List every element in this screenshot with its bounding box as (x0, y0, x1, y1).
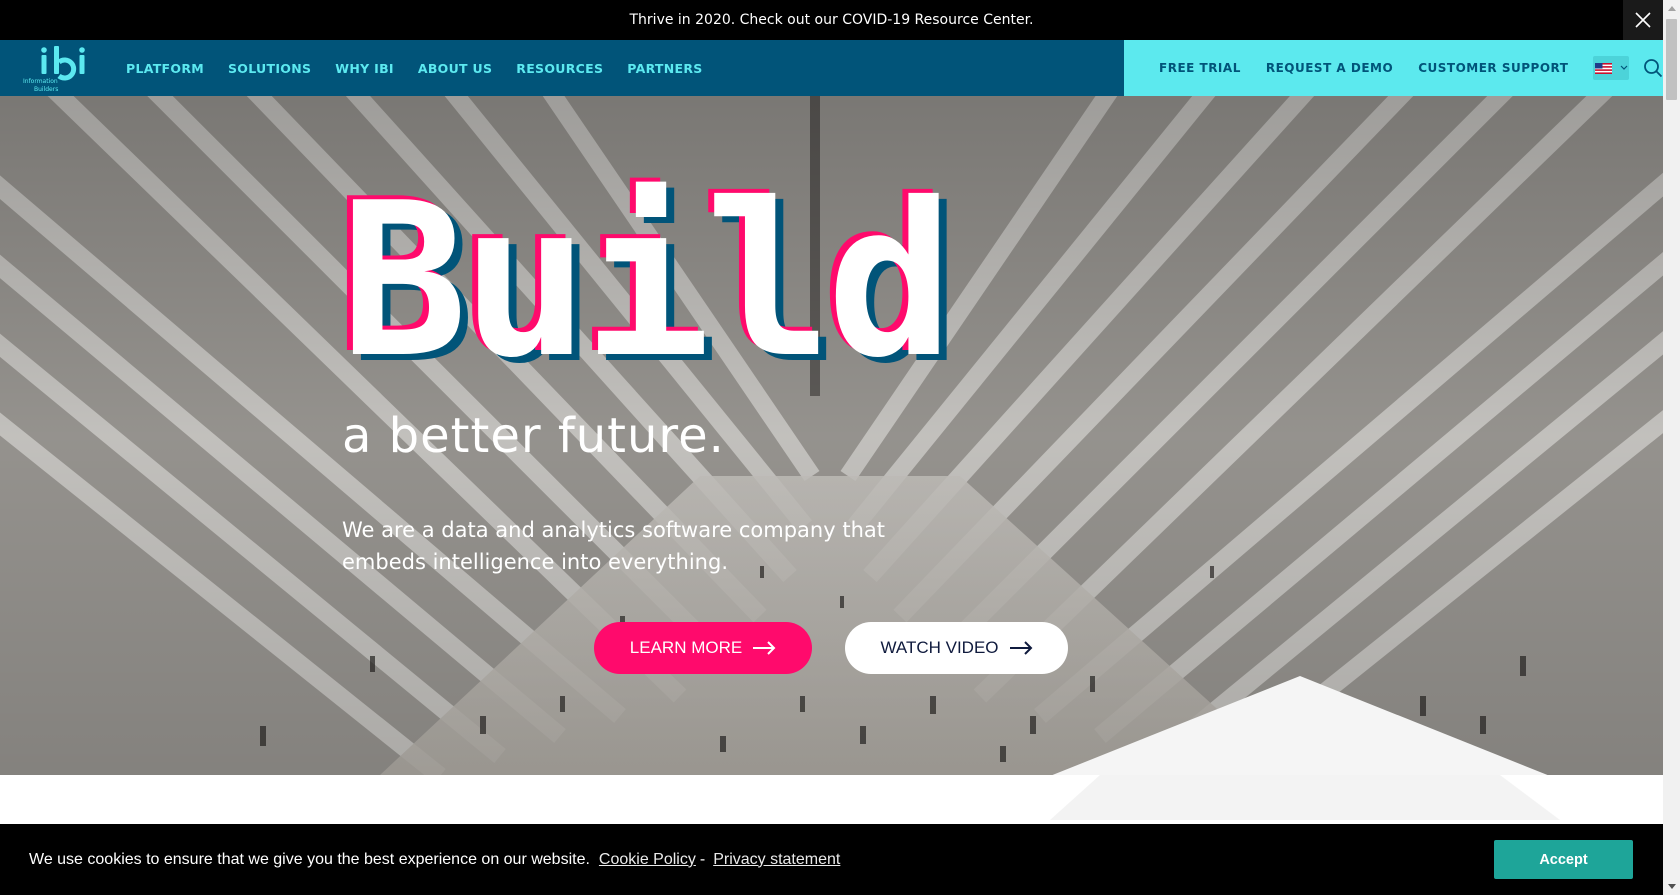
watch-video-button[interactable]: WATCH VIDEO (845, 622, 1068, 674)
accept-cookies-button[interactable]: Accept (1494, 840, 1633, 879)
hero-subheadline: a better future. (342, 408, 725, 464)
nav-about-us[interactable]: ABOUT US (418, 61, 492, 76)
headline-text: Build (340, 157, 954, 404)
arrow-right-icon (1009, 641, 1032, 655)
caret-down-icon (1667, 884, 1676, 889)
logo-line-1: Information (23, 78, 58, 85)
announcement-close-button[interactable] (1623, 0, 1663, 40)
logo-line-2: Builders (34, 86, 58, 93)
page-scrollbar[interactable] (1663, 0, 1680, 895)
privacy-statement-link[interactable]: Privacy statement (713, 851, 840, 869)
nav-why-ibi[interactable]: WHY IBI (335, 61, 394, 76)
hero-content: Build Build Build a better future. We ar… (334, 96, 1340, 775)
close-icon (1635, 12, 1651, 28)
below-hero-area (0, 775, 1663, 820)
search-icon (1644, 59, 1663, 78)
scroll-down-arrow[interactable] (1663, 878, 1680, 895)
main-nav: PLATFORM SOLUTIONS WHY IBI ABOUT US RESO… (126, 40, 727, 96)
scroll-thumb[interactable] (1666, 19, 1677, 100)
cookie-separator: - (699, 850, 706, 868)
ibi-logo[interactable]: Information Builders (22, 40, 106, 96)
nav-platform[interactable]: PLATFORM (126, 61, 204, 76)
learn-more-label: LEARN MORE (629, 638, 743, 657)
search-button[interactable] (1643, 56, 1663, 80)
request-demo-link[interactable]: REQUEST A DEMO (1266, 61, 1393, 75)
logo-mark: Information Builders (23, 46, 85, 93)
nav-partners[interactable]: PARTNERS (627, 61, 702, 76)
announcement-text[interactable]: Thrive in 2020. Check out our COVID-19 R… (630, 12, 1034, 28)
decorative-shape (1050, 775, 1560, 820)
customer-support-link[interactable]: CUSTOMER SUPPORT (1418, 61, 1568, 75)
watch-video-label: WATCH VIDEO (880, 638, 999, 657)
hero-description: We are a data and analytics software com… (342, 518, 885, 574)
scroll-up-arrow[interactable] (1663, 0, 1680, 17)
nav-resources[interactable]: RESOURCES (516, 61, 603, 76)
site-header: Information Builders PLATFORM SOLUTIONS … (0, 40, 1663, 96)
hero-headline: Build Build Build (334, 157, 1180, 404)
hero-section: Build Build Build a better future. We ar… (0, 96, 1663, 775)
us-flag-icon (1594, 62, 1612, 74)
arrow-right-icon (753, 641, 776, 655)
chevron-down-icon (1620, 65, 1628, 70)
learn-more-button[interactable]: LEARN MORE (594, 622, 812, 674)
cookie-policy-link[interactable]: Cookie Policy (599, 851, 696, 869)
free-trial-link[interactable]: FREE TRIAL (1159, 61, 1241, 75)
utility-nav: FREE TRIAL REQUEST A DEMO CUSTOMER SUPPO… (1124, 40, 1663, 96)
cookie-message: We use cookies to ensure that we give yo… (29, 850, 590, 868)
announcement-bar: Thrive in 2020. Check out our COVID-19 R… (0, 0, 1663, 40)
cookie-consent-bar: We use cookies to ensure that we give yo… (0, 824, 1663, 895)
language-selector[interactable] (1593, 56, 1629, 80)
caret-up-icon (1667, 6, 1676, 11)
decorative-triangle (1052, 676, 1548, 775)
nav-solutions[interactable]: SOLUTIONS (228, 61, 311, 76)
